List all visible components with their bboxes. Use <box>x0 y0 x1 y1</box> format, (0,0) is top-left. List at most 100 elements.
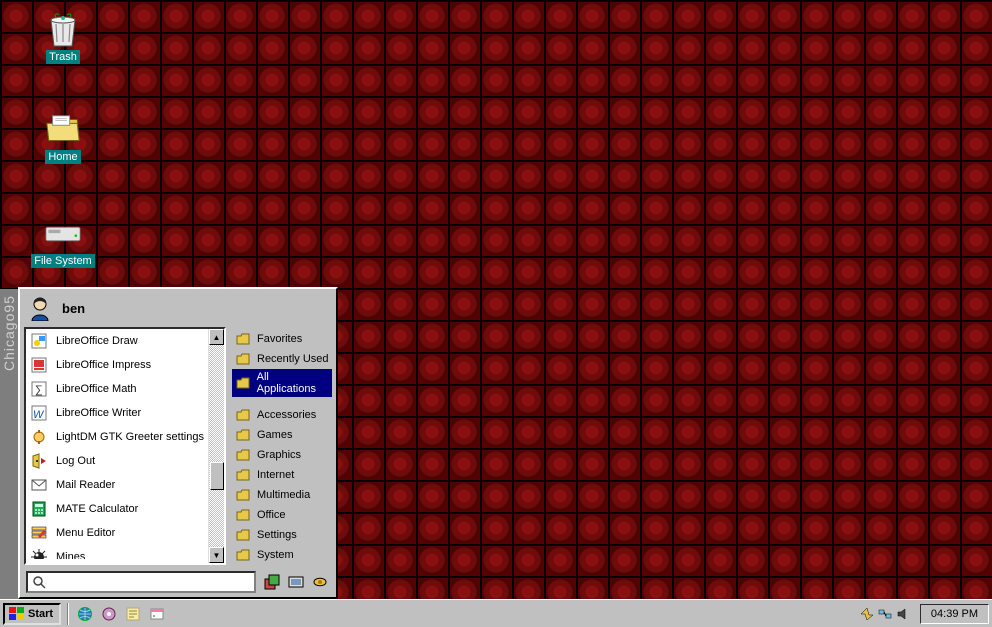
category-label: Favorites <box>257 333 302 345</box>
app-item-label: MATE Calculator <box>56 503 138 515</box>
category-multimedia[interactable]: Multimedia <box>232 485 332 505</box>
category-graphics[interactable]: Graphics <box>232 445 332 465</box>
category-settings[interactable]: Settings <box>232 525 332 545</box>
footer-action-1[interactable] <box>262 572 282 592</box>
tray-volume-icon[interactable] <box>896 607 910 621</box>
writer-icon: W <box>30 404 48 422</box>
category-label: Internet <box>257 469 294 481</box>
folder-icon <box>235 447 251 463</box>
start-button[interactable]: Start <box>3 603 61 625</box>
category-label: System <box>257 549 294 561</box>
folder-icon <box>235 507 251 523</box>
svg-text:W: W <box>33 409 45 421</box>
app-list-pane: LibreOffice Draw LibreOffice Impress ∑ Libr… <box>24 327 226 565</box>
app-item-log-out[interactable]: Log Out <box>26 449 224 473</box>
menued-icon <box>30 524 48 542</box>
folder-icon <box>235 487 251 503</box>
desktop-icon-label: Home <box>45 150 80 164</box>
category-internet[interactable]: Internet <box>232 465 332 485</box>
category-label: Accessories <box>257 409 316 421</box>
app-item-label: Log Out <box>56 455 95 467</box>
quicklaunch-app-3[interactable] <box>147 604 167 624</box>
start-label: Start <box>28 608 53 620</box>
app-item-lightdm-greeter[interactable]: LightDM GTK Greeter settings <box>26 425 224 449</box>
app-item-label: Mines <box>56 551 85 559</box>
quicklaunch-app-1[interactable] <box>99 604 119 624</box>
start-logo-icon <box>9 607 25 621</box>
app-item-mines[interactable]: Mines <box>26 545 224 559</box>
quicklaunch-browser[interactable] <box>75 604 95 624</box>
category-favorites[interactable]: Favorites <box>232 329 332 349</box>
desktop-icon-label: File System <box>31 254 94 268</box>
category-pane: Favorites Recently Used All Applications A… <box>226 327 336 567</box>
desktop-icon-home[interactable]: Home <box>28 112 98 164</box>
app-item-label: Menu Editor <box>56 527 115 539</box>
folder-icon <box>235 547 251 563</box>
app-item-label: LightDM GTK Greeter settings <box>56 431 204 443</box>
drive-icon <box>45 216 81 252</box>
category-all-apps[interactable]: All Applications <box>232 369 332 397</box>
app-item-mail-reader[interactable]: Mail Reader <box>26 473 224 497</box>
start-menu: ben LibreOffice Draw LibreOffice Impress ∑… <box>18 287 338 599</box>
user-name: ben <box>62 301 85 316</box>
app-item-libreoffice-draw[interactable]: LibreOffice Draw <box>26 329 224 353</box>
category-label: All Applications <box>257 371 329 395</box>
tray-notification-icon[interactable] <box>860 607 874 621</box>
draw-icon <box>30 332 48 350</box>
mail-icon <box>30 476 48 494</box>
taskbar: Start 04:39 PM <box>0 599 992 627</box>
app-item-libreoffice-math[interactable]: ∑ LibreOffice Math <box>26 377 224 401</box>
folder-icon <box>235 527 251 543</box>
math-icon: ∑ <box>30 380 48 398</box>
footer-action-2[interactable] <box>286 572 306 592</box>
quicklaunch-app-2[interactable] <box>123 604 143 624</box>
desktop-icon-trash[interactable]: Trash <box>28 12 98 64</box>
logout-icon <box>30 452 48 470</box>
impress-icon <box>30 356 48 374</box>
app-item-label: LibreOffice Draw <box>56 335 138 347</box>
app-item-label: Mail Reader <box>56 479 115 491</box>
menu-search[interactable] <box>26 571 256 593</box>
category-label: Office <box>257 509 286 521</box>
category-office[interactable]: Office <box>232 505 332 525</box>
app-item-label: LibreOffice Writer <box>56 407 141 419</box>
folder-icon <box>235 427 251 443</box>
category-accessories[interactable]: Accessories <box>232 405 332 425</box>
folder-icon <box>235 351 251 367</box>
app-item-label: LibreOffice Math <box>56 383 137 395</box>
app-item-libreoffice-impress[interactable]: LibreOffice Impress <box>26 353 224 377</box>
category-label: Graphics <box>257 449 301 461</box>
taskbar-divider <box>67 603 69 625</box>
mines-icon <box>30 548 48 559</box>
taskbar-clock[interactable]: 04:39 PM <box>920 604 989 624</box>
scroll-up-button[interactable]: ▲ <box>209 329 224 345</box>
category-label: Recently Used <box>257 353 329 365</box>
app-item-mate-calculator[interactable]: MATE Calculator <box>26 497 224 521</box>
tray-network-icon[interactable] <box>878 607 892 621</box>
app-item-menu-editor[interactable]: Menu Editor <box>26 521 224 545</box>
desktop-icon-filesystem[interactable]: File System <box>28 216 98 268</box>
calc-icon <box>30 500 48 518</box>
footer-action-3[interactable] <box>310 572 330 592</box>
category-system[interactable]: System <box>232 545 332 565</box>
svg-text:∑: ∑ <box>35 384 43 396</box>
category-games[interactable]: Games <box>232 425 332 445</box>
app-list-scrollbar[interactable]: ▲ ▼ <box>208 329 224 563</box>
app-item-libreoffice-writer[interactable]: W LibreOffice Writer <box>26 401 224 425</box>
user-avatar-icon <box>28 295 54 321</box>
search-icon <box>32 575 46 589</box>
category-label: Games <box>257 429 292 441</box>
greeter-icon <box>30 428 48 446</box>
folder-icon <box>235 331 251 347</box>
brand-stripe: Chicago95 <box>0 289 18 599</box>
folder-icon <box>235 407 251 423</box>
scroll-down-button[interactable]: ▼ <box>209 547 224 563</box>
start-menu-header: ben <box>20 289 336 327</box>
folder-icon <box>45 112 81 148</box>
folder-icon <box>235 467 251 483</box>
app-item-label: LibreOffice Impress <box>56 359 151 371</box>
trash-icon <box>45 12 81 48</box>
category-recent[interactable]: Recently Used <box>232 349 332 369</box>
desktop-icon-label: Trash <box>46 50 80 64</box>
search-input[interactable] <box>50 576 250 588</box>
